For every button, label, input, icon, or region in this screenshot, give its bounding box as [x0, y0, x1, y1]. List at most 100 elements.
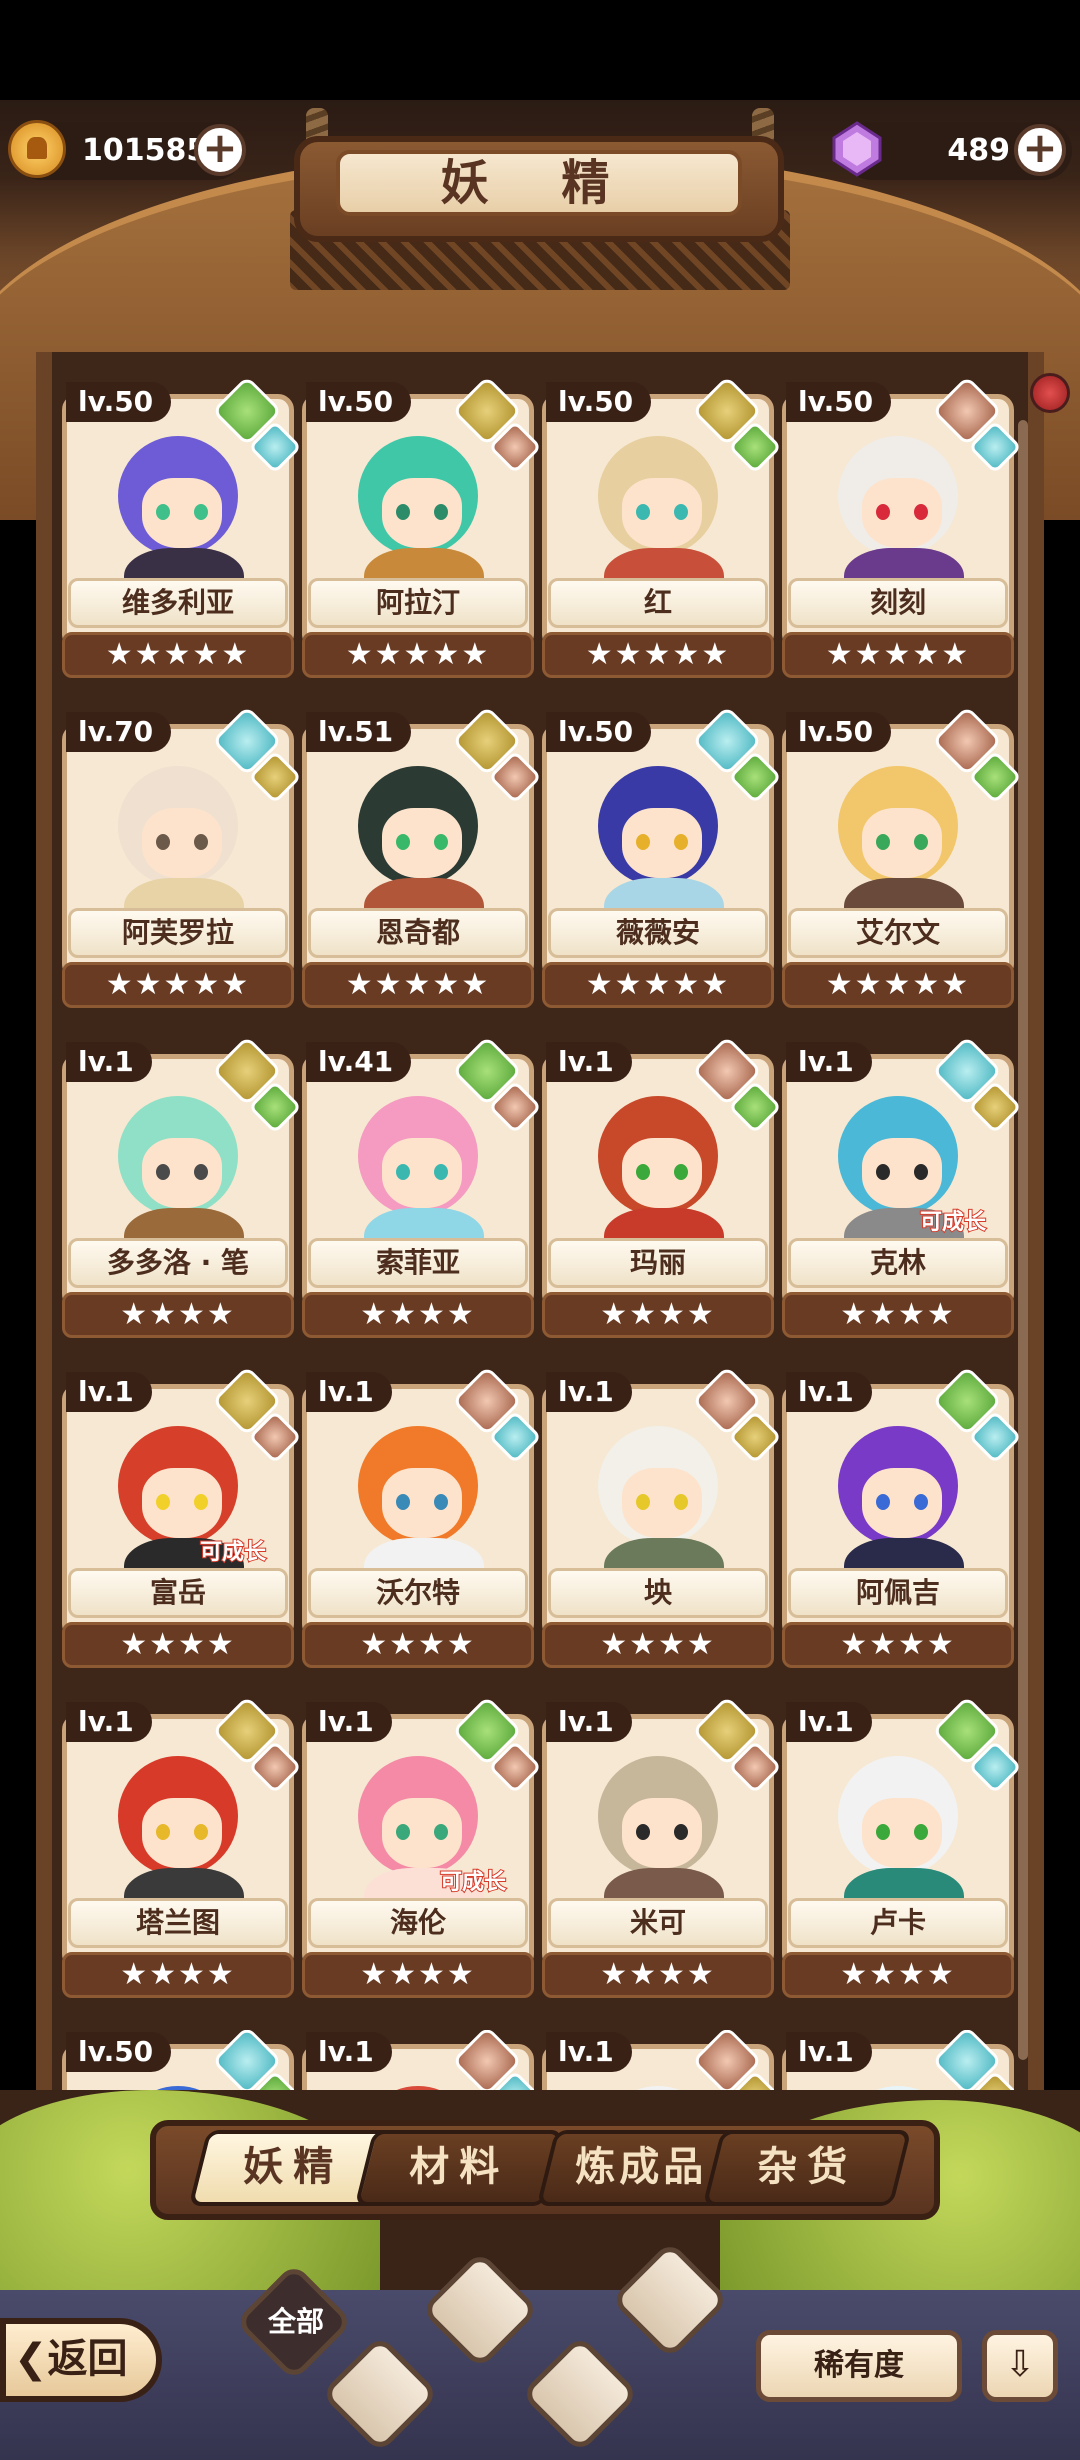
tab-label: 杂货	[757, 2144, 858, 2190]
fairy-card[interactable]: lv.1 可成长 海伦 ★★★★	[302, 1695, 542, 2000]
fairy-card[interactable]: lv.1 坱 ★★★★	[542, 1365, 782, 1670]
eye	[876, 834, 890, 850]
face	[862, 478, 942, 548]
fairy-name: 克林	[788, 1238, 1008, 1288]
face	[862, 1468, 942, 1538]
face	[142, 478, 222, 548]
level-badge: lv.1	[786, 1702, 872, 1742]
fairy-card[interactable]: lv.1 沃尔特 ★★★★	[302, 1365, 542, 1670]
back-label: 返回	[47, 2336, 128, 2382]
eye	[674, 1824, 688, 1840]
can-grow-label: 可成长	[439, 1869, 507, 1896]
star-rating: ★★★★	[782, 1292, 1014, 1338]
level-badge: lv.50	[546, 382, 652, 422]
level-badge: lv.51	[306, 712, 412, 752]
eye	[434, 1164, 448, 1180]
fairy-card[interactable]: lv.50 维多利亚 ★★★★★	[62, 375, 302, 680]
face	[862, 1798, 942, 1868]
face	[622, 808, 702, 878]
fairy-card[interactable]: lv.1 阿佩吉 ★★★★	[782, 1365, 1022, 1670]
add-coins-button[interactable]: +	[194, 124, 246, 176]
eye	[194, 504, 208, 520]
fairy-card[interactable]: lv.1 卢卡 ★★★★	[782, 1695, 1022, 2000]
fairy-name: 恩奇都	[308, 908, 528, 958]
level-badge: lv.1	[546, 1042, 632, 1082]
fairy-name: 红	[548, 578, 768, 628]
fairy-card[interactable]: lv.1 玛丽 ★★★★	[542, 1035, 782, 1340]
fairy-card[interactable]: lv.51 恩奇都 ★★★★★	[302, 705, 542, 1010]
fairy-card[interactable]: lv.1 米可 ★★★★	[542, 1695, 782, 2000]
star-rating: ★★★★	[62, 1622, 294, 1668]
fairy-name: 富岳	[68, 1568, 288, 1618]
level-badge: lv.1	[306, 1702, 392, 1742]
fairy-card[interactable]: lv.1 多多洛 · 笔 ★★★★	[62, 1035, 302, 1340]
add-gems-button[interactable]: +	[1014, 124, 1066, 176]
fairy-name: 玛丽	[548, 1238, 768, 1288]
gem-value: 489	[947, 133, 1010, 168]
star-rating: ★★★★	[782, 1952, 1014, 1998]
fairy-name: 阿佩吉	[788, 1568, 1008, 1618]
eye	[156, 1824, 170, 1840]
face	[382, 808, 462, 878]
fairy-name: 米可	[548, 1898, 768, 1948]
star-rating: ★★★★★	[782, 962, 1014, 1008]
fairy-card[interactable]: lv.1 塔兰图 ★★★★	[62, 1695, 302, 2000]
level-badge: lv.1	[66, 1702, 152, 1742]
fairy-card[interactable]: lv.1 可成长 克林 ★★★★	[782, 1035, 1022, 1340]
fairy-card[interactable]: lv.50 薇薇安 ★★★★★	[542, 705, 782, 1010]
fairy-card[interactable]: lv.41 索菲亚 ★★★★	[302, 1035, 542, 1340]
sort-rarity-button[interactable]: 稀有度	[756, 2330, 962, 2402]
face	[622, 1798, 702, 1868]
face	[142, 1138, 222, 1208]
star-rating: ★★★★	[542, 1292, 774, 1338]
eye	[194, 834, 208, 850]
tab-goods[interactable]: 杂货	[702, 2130, 912, 2206]
fairy-card[interactable]: lv.1 可成长 富岳 ★★★★	[62, 1365, 302, 1670]
grid-scrollbar[interactable]	[1018, 420, 1028, 2060]
sort-order-button[interactable]: ⇩	[982, 2330, 1058, 2402]
gem-icon	[832, 121, 882, 177]
level-badge: lv.50	[66, 2032, 172, 2072]
star-rating: ★★★★	[302, 1952, 534, 1998]
fairy-name: 刻刻	[788, 578, 1008, 628]
status-bar	[0, 0, 1080, 100]
face	[862, 1138, 942, 1208]
eye	[636, 1164, 650, 1180]
eye	[876, 1494, 890, 1510]
level-badge: lv.50	[546, 712, 652, 752]
level-badge: lv.1	[786, 1042, 872, 1082]
level-badge: lv.1	[306, 1372, 392, 1412]
eye	[636, 1494, 650, 1510]
eye	[674, 834, 688, 850]
fairy-card[interactable]: lv.50 刻刻 ★★★★★	[782, 375, 1022, 680]
fairy-card[interactable]: lv.50 阿拉汀 ★★★★★	[302, 375, 542, 680]
level-badge: lv.70	[66, 712, 172, 752]
eye	[876, 504, 890, 520]
face	[622, 478, 702, 548]
face	[862, 808, 942, 878]
eye	[156, 504, 170, 520]
eye	[156, 1494, 170, 1510]
star-rating: ★★★★★	[542, 962, 774, 1008]
fairy-name: 薇薇安	[548, 908, 768, 958]
eye	[636, 1824, 650, 1840]
fairy-name: 阿拉汀	[308, 578, 528, 628]
fairy-card[interactable]: lv.50 红 ★★★★★	[542, 375, 782, 680]
level-badge: lv.1	[786, 1372, 872, 1412]
eye	[396, 1824, 410, 1840]
star-rating: ★★★★★	[62, 632, 294, 678]
eye	[434, 1824, 448, 1840]
star-rating: ★★★★	[302, 1622, 534, 1668]
level-badge: lv.50	[786, 712, 892, 752]
tab-materials[interactable]: 材料	[354, 2130, 564, 2206]
fairy-card[interactable]: lv.50 艾尔文 ★★★★★	[782, 705, 1022, 1010]
level-badge: lv.1	[546, 1372, 632, 1412]
eye	[194, 1824, 208, 1840]
eye	[434, 1494, 448, 1510]
level-badge: lv.50	[306, 382, 412, 422]
star-rating: ★★★★★	[62, 962, 294, 1008]
fairy-card[interactable]: lv.70 阿芙罗拉 ★★★★★	[62, 705, 302, 1010]
face	[622, 1468, 702, 1538]
back-button[interactable]: ❮返回	[0, 2318, 162, 2402]
level-badge: lv.1	[66, 1372, 152, 1412]
